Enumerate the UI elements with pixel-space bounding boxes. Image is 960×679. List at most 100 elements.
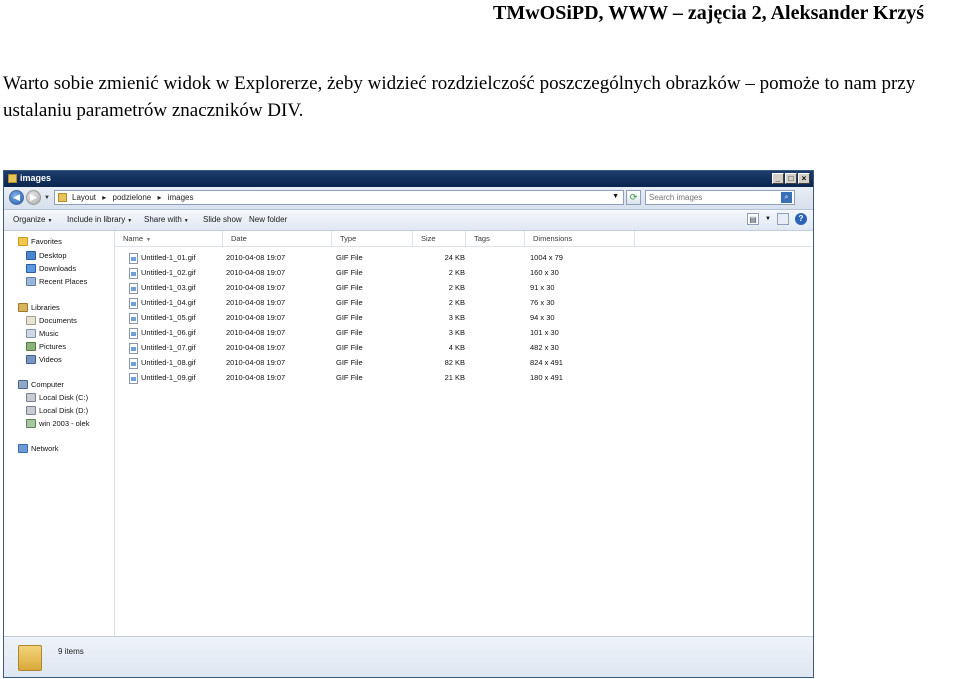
refresh-button[interactable]: ⟳	[626, 190, 641, 205]
slide-show-button[interactable]: Slide show	[203, 215, 242, 224]
gif-file-icon	[129, 283, 138, 294]
address-field[interactable]: Layout ▸ podzielone ▸ images ▼	[54, 190, 624, 205]
nav-label: Local Disk (D:)	[39, 406, 89, 415]
organize-button[interactable]: Organize ▼	[13, 215, 52, 224]
file-size: 82 KB	[444, 358, 465, 367]
breadcrumb-images[interactable]: images	[168, 193, 194, 202]
document-paragraph: Warto sobie zmienić widok w Explorerze, …	[3, 73, 916, 121]
column-header-date[interactable]: Date	[223, 231, 332, 246]
title-bar[interactable]: images _ □ ×	[4, 171, 813, 187]
column-header-dimensions[interactable]: Dimensions	[525, 231, 635, 246]
nav-label: Documents	[39, 316, 77, 325]
nav-music[interactable]: Music	[26, 329, 59, 338]
file-name: Untitled-1_01.gif	[141, 253, 196, 262]
chevron-right-icon[interactable]: ▸	[102, 193, 106, 202]
search-icon[interactable]: ⌕	[781, 192, 792, 203]
file-date: 2010-04-08 19:07	[226, 358, 286, 367]
file-name: Untitled-1_04.gif	[141, 298, 196, 307]
navigation-pane: Favorites Desktop Downloads Recent Place…	[4, 231, 115, 636]
star-icon	[18, 237, 28, 246]
videos-icon	[26, 355, 36, 364]
maximize-button[interactable]: □	[785, 173, 797, 184]
file-size: 21 KB	[444, 373, 465, 382]
file-name: Untitled-1_09.gif	[141, 373, 196, 382]
chevron-down-icon[interactable]: ▼	[765, 216, 771, 222]
folder-icon	[8, 174, 17, 183]
recent-pages-dropdown[interactable]: ▼	[44, 195, 50, 201]
change-view-icon[interactable]: ▤	[747, 213, 760, 225]
documents-icon	[26, 316, 36, 325]
computer-icon	[18, 380, 28, 389]
table-row[interactable]: Untitled-1_05.gif 2010-04-08 19:07 GIF F…	[115, 311, 812, 326]
file-date: 2010-04-08 19:07	[226, 283, 286, 292]
table-row[interactable]: Untitled-1_02.gif 2010-04-08 19:07 GIF F…	[115, 266, 812, 281]
nav-local-disk-d[interactable]: Local Disk (D:)	[26, 406, 88, 415]
document-header: TMwOSiPD, WWW – zajęcia 2, Aleksander Kr…	[0, 2, 960, 24]
breadcrumb-layout[interactable]: Layout	[72, 193, 96, 202]
item-count: 9 items	[58, 647, 84, 656]
gif-file-icon	[129, 358, 138, 369]
include-in-library-button[interactable]: Include in library ▼	[67, 215, 132, 224]
downloads-icon	[26, 264, 36, 273]
nav-label: Computer	[31, 380, 64, 389]
breadcrumb-podzielone[interactable]: podzielone	[113, 193, 152, 202]
file-name: Untitled-1_07.gif	[141, 343, 196, 352]
folder-icon	[18, 645, 42, 671]
minimize-button[interactable]: _	[772, 173, 784, 184]
file-dimensions: 1004 x 79	[530, 253, 563, 262]
column-header-name[interactable]: Name ▼	[115, 231, 223, 246]
address-dropdown-icon[interactable]: ▼	[612, 193, 619, 200]
column-label: Date	[231, 234, 247, 243]
file-size: 2 KB	[448, 298, 465, 307]
nav-recent-places[interactable]: Recent Places	[26, 277, 87, 286]
file-date: 2010-04-08 19:07	[226, 313, 286, 322]
share-with-button[interactable]: Share with ▼	[144, 215, 189, 224]
search-input[interactable]	[649, 192, 774, 203]
include-in-library-label: Include in library	[67, 215, 126, 224]
column-label: Name	[123, 234, 144, 243]
nav-downloads[interactable]: Downloads	[26, 264, 76, 273]
window-controls: _ □ ×	[772, 173, 810, 184]
nav-desktop[interactable]: Desktop	[26, 251, 67, 260]
nav-videos[interactable]: Videos	[26, 355, 62, 364]
nav-network[interactable]: Network	[18, 444, 59, 453]
gif-file-icon	[129, 343, 138, 354]
close-button[interactable]: ×	[798, 173, 810, 184]
table-row[interactable]: Untitled-1_09.gif 2010-04-08 19:07 GIF F…	[115, 371, 812, 386]
file-dimensions: 91 x 30	[530, 283, 555, 292]
nav-libraries[interactable]: Libraries	[18, 303, 60, 312]
nav-local-disk-c[interactable]: Local Disk (C:)	[26, 393, 88, 402]
nav-label: Downloads	[39, 264, 77, 273]
column-label: Size	[421, 234, 436, 243]
nav-label: Local Disk (C:)	[39, 393, 89, 402]
back-button[interactable]: ◀	[9, 190, 24, 205]
table-row[interactable]: Untitled-1_04.gif 2010-04-08 19:07 GIF F…	[115, 296, 812, 311]
nav-network-drive[interactable]: win 2003 - olek	[26, 419, 89, 428]
nav-computer[interactable]: Computer	[18, 380, 64, 389]
help-icon[interactable]: ?	[795, 213, 807, 225]
table-row[interactable]: Untitled-1_08.gif 2010-04-08 19:07 GIF F…	[115, 356, 812, 371]
forward-button[interactable]: ▶	[26, 190, 41, 205]
column-header-tags[interactable]: Tags	[466, 231, 525, 246]
file-dimensions: 76 x 30	[530, 298, 555, 307]
column-header-type[interactable]: Type	[332, 231, 413, 246]
table-row[interactable]: Untitled-1_01.gif 2010-04-08 19:07 GIF F…	[115, 251, 812, 266]
table-row[interactable]: Untitled-1_06.gif 2010-04-08 19:07 GIF F…	[115, 326, 812, 341]
preview-pane-icon[interactable]	[777, 213, 789, 225]
organize-label: Organize	[13, 215, 46, 224]
chevron-down-icon: ▼	[127, 218, 133, 224]
file-type: GIF File	[336, 373, 363, 382]
file-date: 2010-04-08 19:07	[226, 328, 286, 337]
nav-favorites[interactable]: Favorites	[18, 237, 62, 246]
network-drive-icon	[26, 419, 36, 428]
table-row[interactable]: Untitled-1_07.gif 2010-04-08 19:07 GIF F…	[115, 341, 812, 356]
file-dimensions: 180 x 491	[530, 373, 563, 382]
pictures-icon	[26, 342, 36, 351]
nav-documents[interactable]: Documents	[26, 316, 77, 325]
nav-pictures[interactable]: Pictures	[26, 342, 66, 351]
new-folder-button[interactable]: New folder	[249, 215, 287, 224]
table-row[interactable]: Untitled-1_03.gif 2010-04-08 19:07 GIF F…	[115, 281, 812, 296]
chevron-right-icon[interactable]: ▸	[157, 193, 161, 202]
column-header-size[interactable]: Size	[413, 231, 466, 246]
gif-file-icon	[129, 268, 138, 279]
